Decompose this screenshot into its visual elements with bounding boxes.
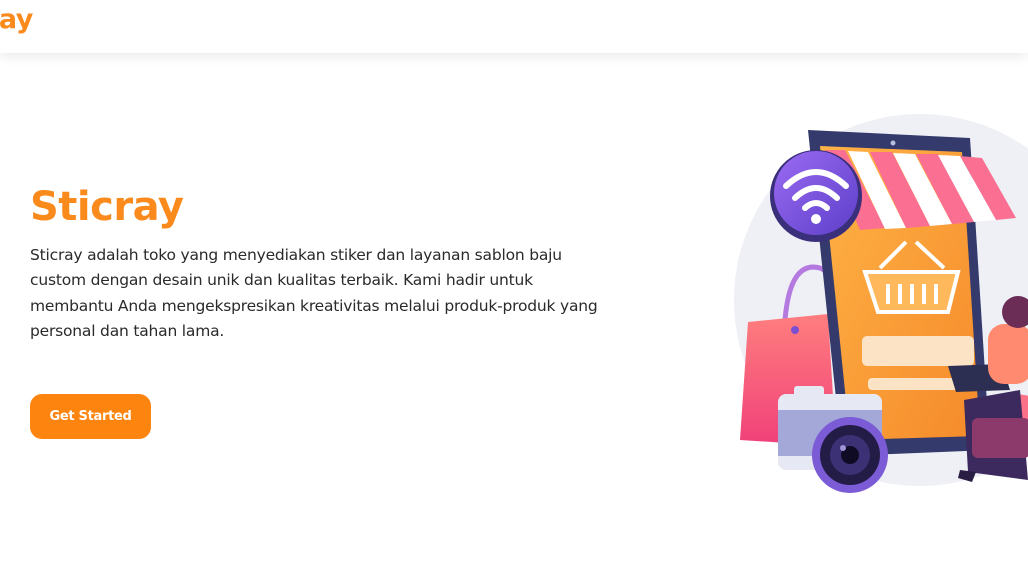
wifi-icon	[770, 150, 862, 242]
hero-title: Sticray	[30, 184, 184, 230]
hero-description: Sticray adalah toko yang menyediakan sti…	[30, 246, 598, 340]
get-started-button[interactable]: Get Started	[30, 394, 151, 439]
camera-icon	[778, 386, 888, 493]
brand-logo[interactable]: ray	[0, 4, 33, 35]
navbar: ray	[0, 0, 1028, 53]
hero-illustration	[734, 114, 1028, 493]
